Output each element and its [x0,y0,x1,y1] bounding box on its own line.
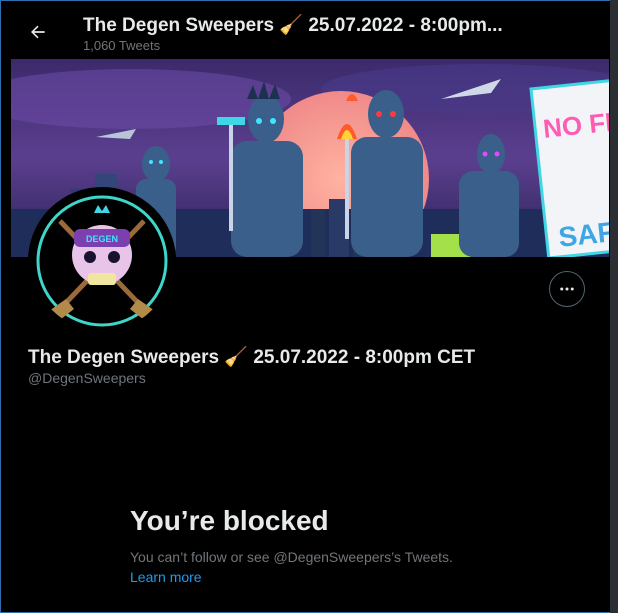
blocked-title: You’re blocked [130,505,329,536]
arrow-left-icon [31,25,45,39]
learn-more-link[interactable]: Learn more [130,569,202,585]
back-button[interactable] [21,15,55,49]
scrollbar[interactable] [610,0,618,613]
blocked-message: You can’t follow or see @DegenSweepers’s… [130,549,453,565]
avatar-image: DEGEN [32,191,172,331]
profile-handle: @DegenSweepers [28,370,146,386]
profile-avatar[interactable]: DEGEN [28,187,176,335]
profile-page: The Degen Sweepers 🧹 25.07.2022 - 8:00pm… [0,0,618,613]
header-title: The Degen Sweepers 🧹 25.07.2022 - 8:00pm… [83,15,503,36]
more-options-button[interactable] [549,271,585,307]
tweets-count: 1,060 Tweets [83,38,161,53]
profile-header-bar: The Degen Sweepers 🧹 25.07.2022 - 8:00pm… [11,1,609,59]
avatar-text: DEGEN [86,234,118,244]
banner-sign-text-2: SAF [557,216,609,253]
more-horizontal-icon [560,287,574,291]
profile-display-name: The Degen Sweepers 🧹 25.07.2022 - 8:00pm… [28,347,476,368]
